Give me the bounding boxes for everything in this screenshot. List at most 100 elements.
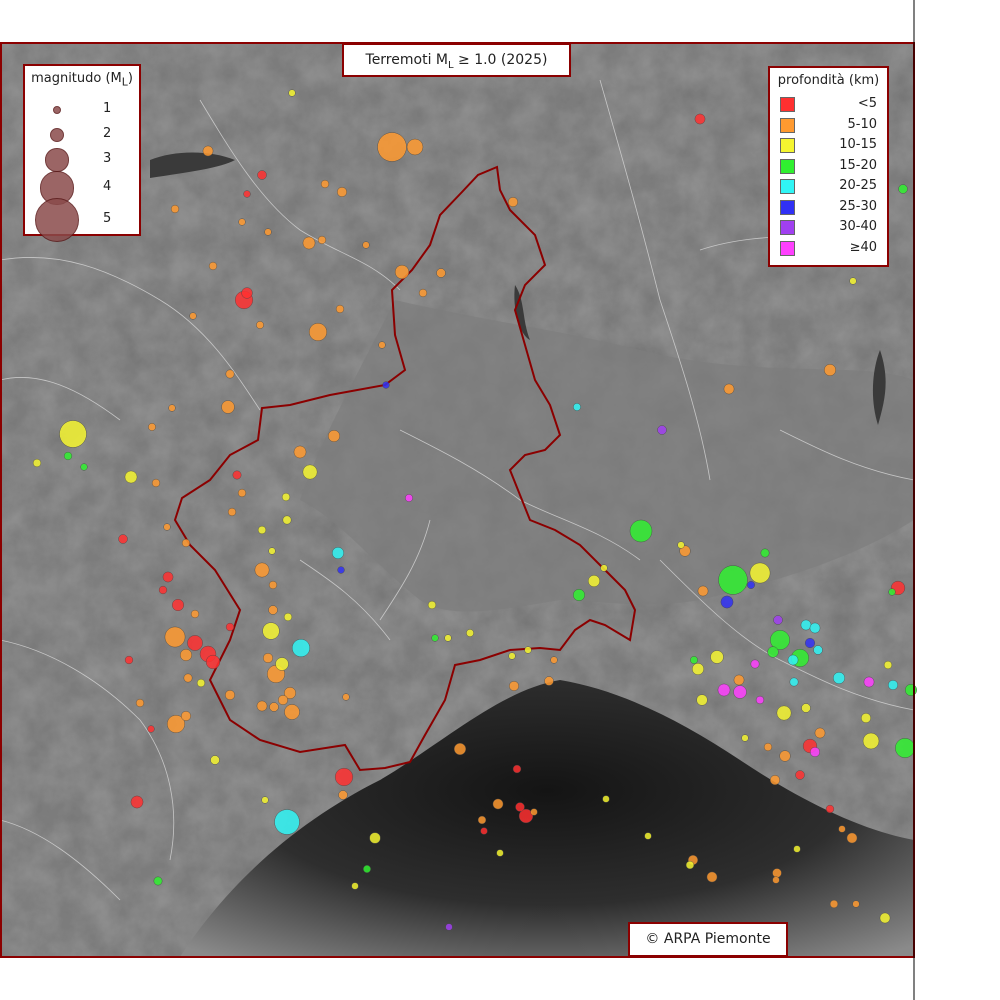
earthquake-marker — [755, 695, 765, 705]
earthquake-marker — [288, 89, 296, 97]
earthquake-marker — [496, 849, 504, 857]
title-suffix: ≥ 1.0 (2025) — [453, 52, 548, 68]
earthquake-marker — [454, 743, 467, 756]
earthquake-marker — [787, 654, 799, 666]
earthquake-marker — [717, 683, 731, 697]
earthquake-marker — [158, 585, 168, 595]
earthquake-marker — [690, 656, 698, 664]
earthquake-marker — [268, 605, 278, 615]
depth-label: 25-30 — [839, 198, 877, 214]
earthquake-marker — [492, 798, 504, 810]
earthquake-marker — [243, 190, 251, 198]
earthquake-marker — [573, 403, 581, 411]
earthquake-marker — [760, 548, 770, 558]
depth-label: 30-40 — [839, 219, 877, 234]
earthquake-marker — [720, 595, 734, 609]
depth-legend: profondità (km) <5 5-10 10-15 15-20 20-25 25-… — [768, 66, 889, 267]
earthquake-marker — [838, 825, 846, 833]
magnitude-legend-row: 5 — [25, 197, 139, 243]
earthquake-marker — [657, 425, 667, 435]
magnitude-circle — [45, 148, 69, 172]
depth-label: 20-25 — [839, 178, 877, 193]
earthquake-marker — [302, 464, 318, 480]
earthquake-marker — [515, 802, 525, 812]
earthquake-marker — [309, 323, 328, 342]
earthquake-marker — [382, 381, 390, 389]
depth-label: 10-15 — [839, 137, 877, 152]
earthquake-marker — [747, 581, 755, 589]
earthquake-marker — [293, 445, 307, 459]
depth-legend-row: 30-40 — [778, 218, 883, 238]
earthquake-marker — [32, 458, 42, 468]
earthquake-marker — [825, 804, 835, 814]
earthquake-marker — [602, 795, 610, 803]
earthquake-marker — [749, 562, 771, 584]
earthquake-marker — [328, 430, 341, 443]
earthquake-marker — [151, 478, 161, 488]
depth-swatch — [780, 117, 795, 133]
earthquake-marker — [813, 645, 823, 655]
earthquake-marker — [677, 541, 685, 549]
magnitude-legend-row: 1 — [25, 99, 139, 123]
map-title: Terremoti ML ≥ 1.0 (2025) — [342, 43, 571, 77]
map-frame: Terremoti ML ≥ 1.0 (2025) magnitudo (ML)… — [0, 0, 1000, 1000]
magnitude-circle — [49, 127, 65, 143]
earthquake-marker — [257, 170, 267, 180]
earthquake-marker — [148, 423, 156, 431]
magnitude-legend-row: 4 — [25, 171, 139, 205]
earthquake-marker — [292, 639, 311, 658]
earthquake-marker — [63, 451, 73, 461]
earthquake-marker — [697, 585, 709, 597]
earthquake-marker — [362, 241, 370, 249]
earthquake-marker — [224, 690, 235, 701]
earthquake-marker — [829, 899, 839, 909]
magnitude-legend-row: 2 — [25, 124, 139, 148]
earthquake-marker — [225, 369, 235, 379]
earthquake-marker — [338, 790, 348, 800]
earthquake-marker — [888, 680, 899, 691]
earthquake-marker — [335, 768, 354, 787]
magnitude-label: 4 — [103, 179, 112, 194]
earthquake-marker — [257, 525, 267, 535]
earthquake-marker — [793, 845, 801, 853]
earthquake-marker — [264, 228, 272, 236]
earthquake-marker — [436, 268, 446, 278]
earthquake-marker — [444, 634, 452, 642]
earthquake-marker — [337, 566, 345, 574]
earthquake-marker — [795, 770, 805, 780]
earthquake-marker — [124, 655, 134, 665]
earthquake-marker — [852, 900, 860, 908]
earthquake-marker — [179, 649, 192, 662]
earthquake-marker — [208, 261, 218, 271]
earthquake-marker — [377, 132, 407, 162]
earthquake-marker — [733, 674, 745, 686]
earthquake-marker — [710, 650, 724, 664]
earthquake-marker — [480, 827, 488, 835]
earthquake-marker — [477, 815, 487, 825]
earthquake-marker — [773, 615, 783, 625]
earthquake-marker — [317, 235, 327, 245]
earthquake-marker — [431, 634, 439, 642]
earthquake-marker — [883, 660, 893, 670]
credit-label: © ARPA Piemonte — [628, 922, 788, 957]
earthquake-marker — [180, 711, 191, 722]
earthquake-marker — [861, 713, 872, 724]
depth-label: ≥40 — [849, 239, 877, 255]
earthquake-marker — [905, 684, 918, 697]
earthquake-marker — [256, 321, 264, 329]
depth-legend-row: 20-25 — [778, 177, 883, 197]
earthquake-marker — [269, 702, 279, 712]
earthquake-marker — [351, 882, 359, 890]
earthquake-marker — [118, 534, 128, 544]
earthquake-marker — [335, 304, 345, 314]
earthquake-marker — [202, 145, 214, 157]
title-prefix: Terremoti M — [365, 52, 448, 68]
earthquake-marker — [427, 600, 437, 610]
earthquake-marker — [394, 264, 410, 280]
earthquake-marker — [342, 693, 350, 701]
earthquake-marker — [162, 571, 174, 583]
earthquake-marker — [862, 732, 880, 750]
earthquake-marker — [741, 734, 749, 742]
earthquake-marker — [696, 694, 708, 706]
earthquake-marker — [187, 635, 203, 651]
